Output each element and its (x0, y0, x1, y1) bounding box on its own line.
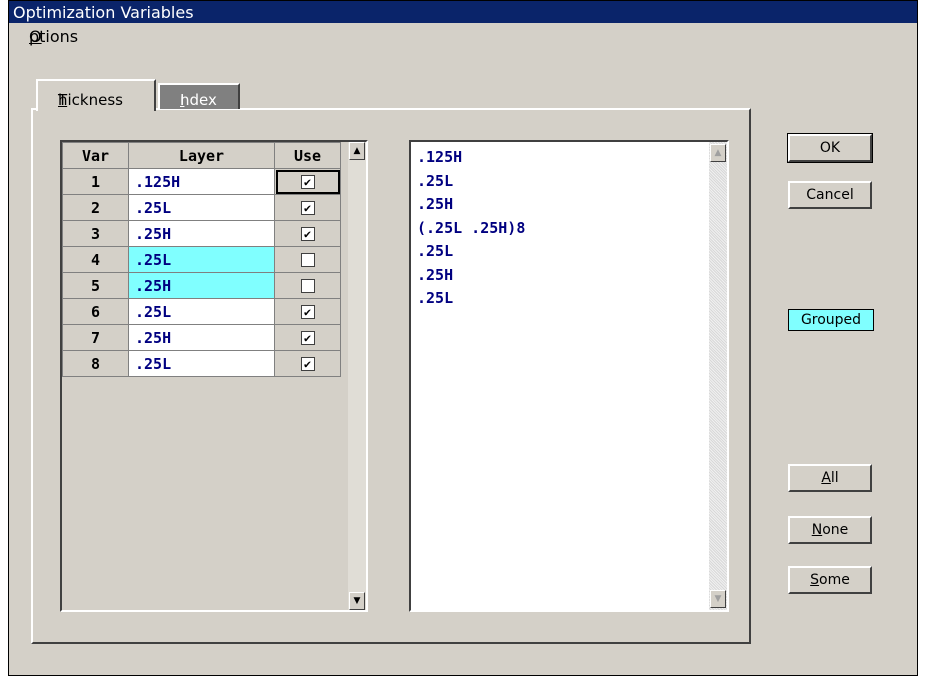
grouped-status-badge: Grouped (788, 309, 874, 331)
use-checkbox[interactable]: ✔ (300, 305, 315, 319)
use-checkbox[interactable]: ✔ (300, 357, 315, 371)
title-bar[interactable]: Optimization Variables (9, 1, 917, 23)
all-button[interactable]: All (788, 464, 872, 492)
use-checkbox[interactable]: ✔ (300, 201, 315, 215)
table-row[interactable]: 7.25H ✔ (62, 324, 341, 351)
listbox-scrollbar[interactable]: ▲ ▼ (709, 142, 727, 610)
use-cell: ✔ (274, 350, 341, 377)
layer-cell[interactable]: .25H (128, 272, 275, 299)
use-cell: ✔ (274, 298, 341, 325)
column-header-use: Use (274, 142, 341, 169)
column-header-var: Var (62, 142, 129, 169)
table-row[interactable]: 1.125H ✔ (62, 168, 341, 195)
menu-bar: Options (29, 27, 79, 46)
scroll-down-button[interactable]: ▼ (710, 590, 726, 608)
some-button[interactable]: Some (788, 566, 872, 594)
list-item[interactable]: .25L (417, 170, 525, 194)
var-number-cell: 3 (62, 220, 129, 247)
grid-scrollbar[interactable]: ▲ ▼ (348, 142, 366, 610)
list-item[interactable]: (.25L .25H)8 (417, 217, 525, 241)
var-number-cell: 5 (62, 272, 129, 299)
layer-cell[interactable]: .25H (128, 220, 275, 247)
scroll-up-button[interactable]: ▲ (710, 144, 726, 162)
cancel-button[interactable]: Cancel (788, 181, 872, 209)
use-cell: ✔ (274, 220, 341, 247)
list-item[interactable]: .25L (417, 240, 525, 264)
list-item[interactable]: .25L (417, 287, 525, 311)
variables-table: Var Layer Use 1.125H ✔ 2.25L ✔ 3.25H ✔ 4.25L 5.… (62, 142, 341, 377)
use-cell: ✔ (274, 324, 341, 351)
layer-cell[interactable]: .125H (128, 168, 275, 195)
list-item[interactable]: .25H (417, 264, 525, 288)
use-checkbox[interactable]: ✔ (300, 331, 315, 345)
tab-thickness[interactable]: Thickness (36, 79, 156, 111)
column-header-layer: Layer (128, 142, 275, 169)
var-number-cell: 2 (62, 194, 129, 221)
table-row[interactable]: 3.25H ✔ (62, 220, 341, 247)
use-cell: ✔ (274, 168, 341, 195)
table-row[interactable]: 6.25L ✔ (62, 298, 341, 325)
table-row[interactable]: 5.25H (62, 272, 341, 299)
layer-cell[interactable]: .25L (128, 298, 275, 325)
layer-cell[interactable]: .25H (128, 324, 275, 351)
use-cell (274, 272, 341, 299)
var-number-cell: 4 (62, 246, 129, 273)
none-button[interactable]: None (788, 516, 872, 544)
use-checkbox[interactable] (300, 279, 315, 293)
var-number-cell: 1 (62, 168, 129, 195)
use-cell (274, 246, 341, 273)
design-lines: .125H .25L .25H (.25L .25H)8.25L .25H .25L (417, 146, 525, 311)
var-number-cell: 8 (62, 350, 129, 377)
layer-cell[interactable]: .25L (128, 246, 275, 273)
design-listbox[interactable]: .125H .25L .25H (.25L .25H)8.25L .25H .25L ▲ … (409, 140, 729, 612)
window-title: Optimization Variables (13, 3, 194, 22)
grid-body: Var Layer Use 1.125H ✔ 2.25L ✔ 3.25H ✔ 4.25L 5.… (62, 142, 348, 610)
layer-cell[interactable]: .25L (128, 350, 275, 377)
scroll-up-button[interactable]: ▲ (349, 142, 365, 160)
table-row[interactable]: 4.25L (62, 246, 341, 273)
variables-grid[interactable]: Var Layer Use 1.125H ✔ 2.25L ✔ 3.25H ✔ 4.25L 5.… (60, 140, 368, 612)
tab-index[interactable]: Index (158, 83, 240, 109)
table-row[interactable]: 8.25L ✔ (62, 350, 341, 377)
ok-button[interactable]: OK (787, 133, 873, 163)
use-cell: ✔ (274, 194, 341, 221)
list-item[interactable]: .25H (417, 193, 525, 217)
list-item[interactable]: .125H (417, 146, 525, 170)
var-number-cell: 6 (62, 298, 129, 325)
layer-cell[interactable]: .25L (128, 194, 275, 221)
table-row[interactable]: 2.25L ✔ (62, 194, 341, 221)
use-checkbox[interactable] (300, 253, 315, 267)
scroll-down-button[interactable]: ▼ (349, 592, 365, 610)
use-checkbox[interactable]: ✔ (300, 175, 315, 189)
var-number-cell: 7 (62, 324, 129, 351)
use-checkbox[interactable]: ✔ (300, 227, 315, 241)
